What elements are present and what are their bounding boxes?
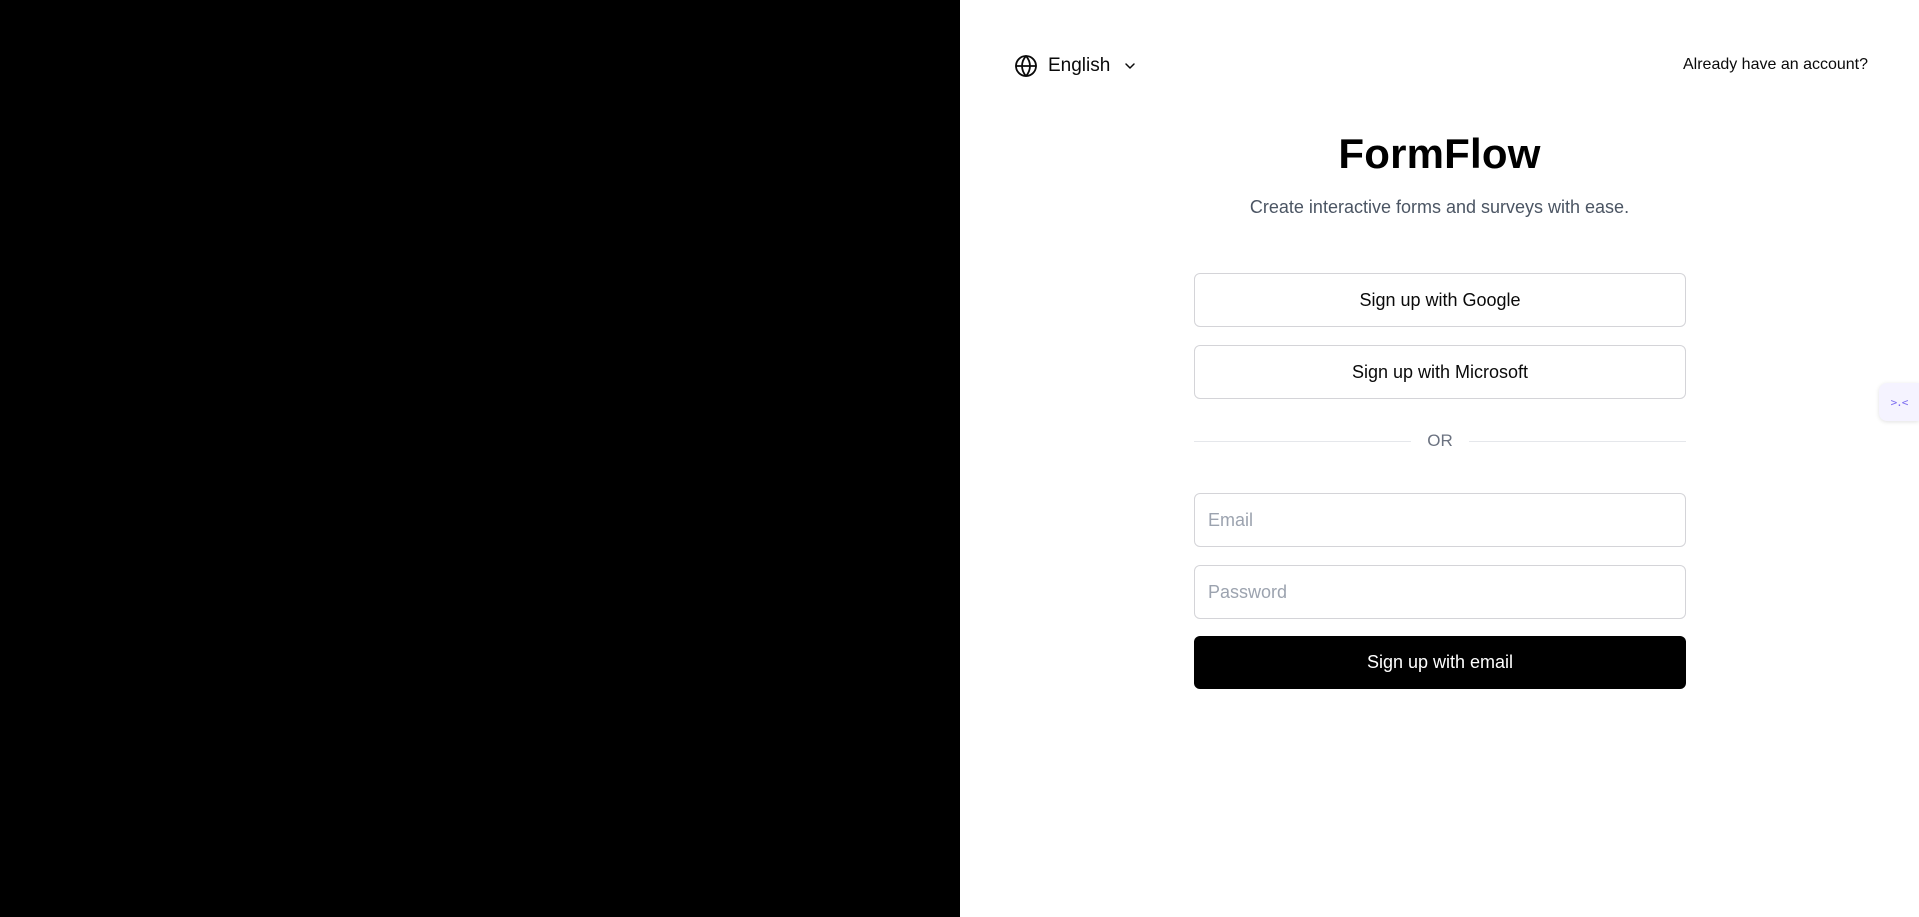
or-divider: OR bbox=[1194, 426, 1686, 456]
chatbot-glyph: >.< bbox=[1890, 395, 1909, 409]
chevron-down-icon bbox=[1125, 63, 1136, 69]
divider-line bbox=[1194, 440, 1412, 442]
microsoft-signup-button[interactable]: Sign up with Microsoft bbox=[1194, 345, 1686, 399]
signup-form: Sign up with Google Sign up with Microso… bbox=[1194, 273, 1686, 689]
globe-icon bbox=[1015, 55, 1037, 77]
language-selector[interactable]: English bbox=[1014, 52, 1138, 80]
login-link[interactable]: Already have an account? bbox=[1683, 56, 1868, 74]
google-signup-button[interactable]: Sign up with Google bbox=[1194, 273, 1686, 327]
divider-line bbox=[1468, 440, 1686, 442]
chatbot-icon[interactable]: >.< bbox=[1879, 383, 1919, 421]
email-field[interactable] bbox=[1194, 493, 1686, 547]
email-signup-button[interactable]: Sign up with email bbox=[1194, 636, 1686, 689]
password-field[interactable] bbox=[1194, 565, 1686, 619]
language-label: English bbox=[1048, 55, 1111, 76]
signup-panel: English Already have an account? FormFlo… bbox=[960, 0, 1919, 917]
hero-panel bbox=[0, 0, 960, 917]
app-title: FormFlow bbox=[1338, 130, 1541, 177]
divider-label: OR bbox=[1427, 431, 1453, 450]
app-subtitle: Create interactive forms and surveys wit… bbox=[1249, 197, 1630, 217]
